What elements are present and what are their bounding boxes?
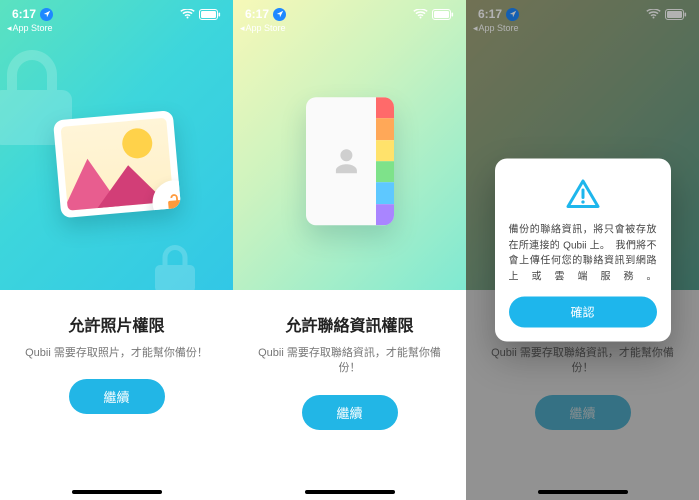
continue-button[interactable]: 繼續 bbox=[69, 379, 165, 414]
wifi-icon bbox=[180, 9, 195, 20]
screen-photo-permission: 6:17 App Store bbox=[0, 0, 233, 500]
page-title: 允許照片權限 bbox=[16, 312, 217, 336]
location-services-icon bbox=[273, 8, 286, 21]
back-to-app-link[interactable]: App Store bbox=[7, 23, 53, 33]
screen-contacts-permission: 6:17 App Store bbox=[233, 0, 466, 500]
photo-card-illustration bbox=[57, 115, 177, 213]
page-subtitle: Qubii 需要存取照片，才能幫你備份！ bbox=[16, 346, 217, 361]
home-indicator[interactable] bbox=[72, 490, 162, 494]
status-bar: 6:17 bbox=[0, 5, 233, 23]
wifi-icon bbox=[413, 9, 428, 20]
status-time: 6:17 bbox=[245, 7, 269, 21]
person-icon bbox=[328, 143, 364, 179]
page-subtitle: Qubii 需要存取聯絡資訊，才能幫你備份！ bbox=[249, 346, 450, 377]
hero-gradient: 6:17 App Store bbox=[0, 0, 233, 290]
confirm-button[interactable]: 確認 bbox=[509, 297, 657, 328]
panel: 允許照片權限 Qubii 需要存取照片，才能幫你備份！ 繼續 bbox=[0, 290, 233, 500]
status-time: 6:17 bbox=[12, 7, 36, 21]
status-bar: 6:17 bbox=[233, 5, 466, 23]
info-modal: 備份的聯絡資訊，將只會被存放在所連接的 Qubii 上。 我們將不會上傳任何您的… bbox=[495, 159, 671, 342]
hero-gradient: 6:17 App Store bbox=[233, 0, 466, 290]
home-indicator[interactable] bbox=[305, 490, 395, 494]
battery-icon bbox=[199, 9, 221, 20]
panel: 允許聯絡資訊權限 Qubii 需要存取聯絡資訊，才能幫你備份！ 繼續 bbox=[233, 290, 466, 500]
contacts-card-illustration bbox=[306, 97, 394, 225]
back-to-app-link[interactable]: App Store bbox=[240, 23, 286, 33]
modal-body-text: 備份的聯絡資訊，將只會被存放在所連接的 Qubii 上。 我們將不會上傳任何您的… bbox=[509, 223, 657, 285]
page-title: 允許聯絡資訊權限 bbox=[249, 312, 450, 336]
location-services-icon bbox=[40, 8, 53, 21]
screen-contacts-permission-modal: 6:17 App Store 允許聯絡資訊權限 Qubii 需要存取聯絡資訊，才… bbox=[466, 0, 699, 500]
warning-triangle-icon bbox=[565, 177, 601, 213]
continue-button[interactable]: 繼續 bbox=[302, 395, 398, 430]
battery-icon bbox=[432, 9, 454, 20]
